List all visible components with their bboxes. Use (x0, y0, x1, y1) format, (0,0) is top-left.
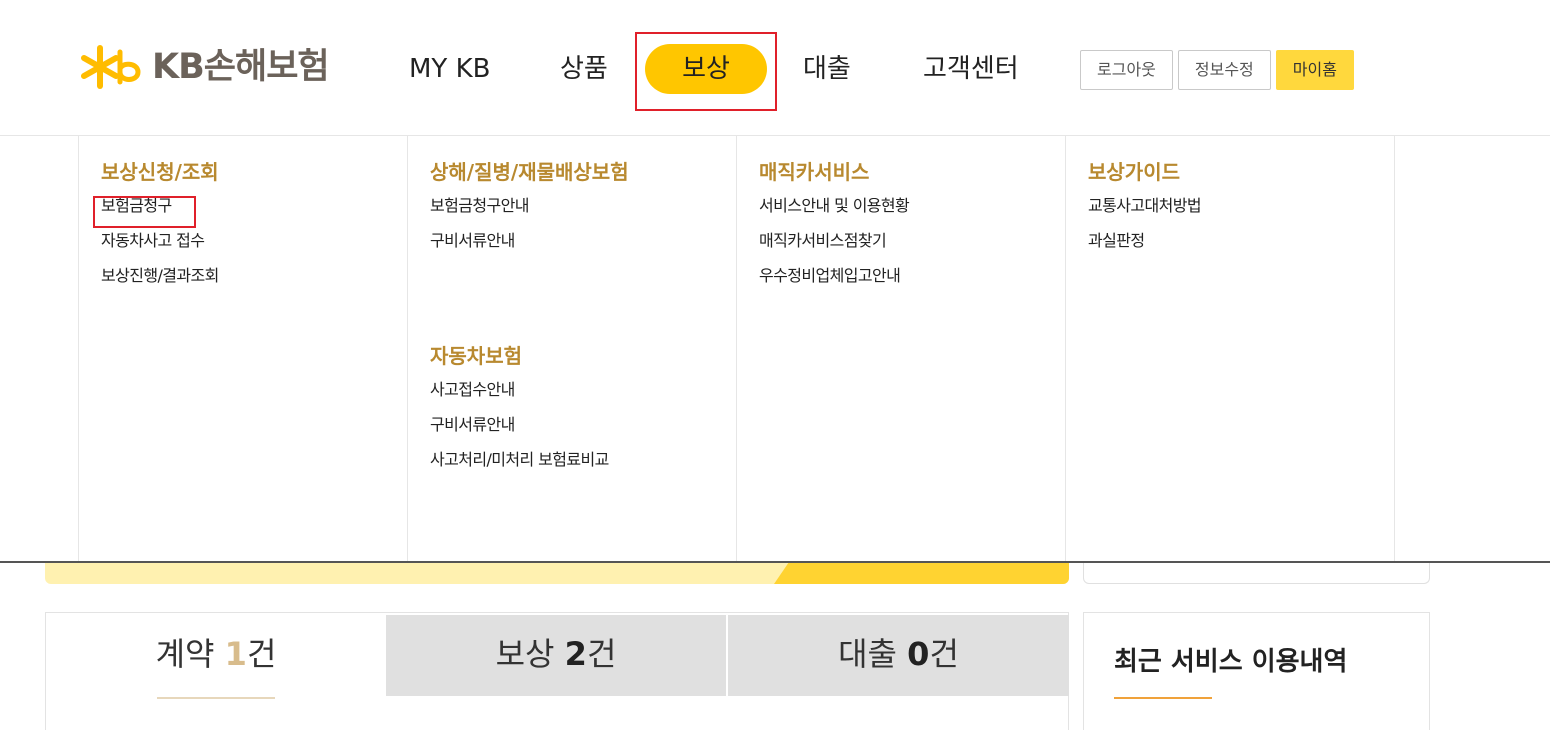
menu-section: 상해/질병/재물배상보험 보험금청구안내 구비서류안내 (430, 158, 629, 264)
tab-unit: 건 (929, 635, 959, 673)
tab-label: 대출 (838, 635, 897, 673)
section-title[interactable]: 매직카서비스 (759, 158, 909, 186)
section-title[interactable]: 보상신청/조회 (101, 158, 219, 186)
section-list: 보험금청구안내 구비서류안내 (430, 194, 629, 264)
mega-column-claims: 보상신청/조회 보험금청구 자동차사고 접수 보상진행/결과조회 (78, 136, 407, 561)
section-title[interactable]: 상해/질병/재물배상보험 (430, 158, 629, 186)
menu-item-fault-judgment[interactable]: 과실판정 (1088, 229, 1201, 264)
mega-column-magiccar: 매직카서비스 서비스안내 및 이용현황 매직카서비스점찾기 우수정비업체입고안내 (736, 136, 1065, 561)
menu-item-accident-guide[interactable]: 사고접수안내 (430, 378, 609, 413)
tab-count: 2 (564, 635, 587, 673)
nav-my-kb[interactable]: MY KB (409, 44, 490, 94)
section-title[interactable]: 자동차보험 (430, 342, 609, 370)
nav-products[interactable]: 상품 (560, 44, 608, 94)
summary-tabs: 계약 1건 보상 2건 대출 0건 (45, 612, 1069, 730)
section-list: 교통사고대처방법 과실판정 (1088, 194, 1202, 264)
mega-menu: 보상신청/조회 보험금청구 자동차사고 접수 보상진행/결과조회 상해/질병/재… (0, 136, 1550, 563)
section-title[interactable]: 보상가이드 (1088, 158, 1201, 186)
tab-loan[interactable]: 대출 0건 (728, 615, 1069, 696)
mega-column-guide: 보상가이드 교통사고대처방법 과실판정 (1065, 136, 1395, 561)
active-tab-underline (157, 697, 275, 699)
menu-item-car-accident[interactable]: 자동차사고 접수 (101, 229, 219, 264)
tab-unit: 건 (586, 635, 617, 673)
logo-text: KB손해보험 (152, 46, 330, 87)
tab-contract[interactable]: 계약 1건 (46, 615, 386, 696)
nav-loan[interactable]: 대출 (803, 44, 851, 94)
tab-label: 보상 (495, 635, 555, 673)
tab-label: 계약 (155, 635, 215, 673)
menu-item-claim[interactable]: 보험금청구 (101, 194, 219, 229)
menu-section: 보상신청/조회 보험금청구 자동차사고 접수 보상진행/결과조회 (101, 158, 219, 299)
nav-compensation[interactable]: 보상 (645, 44, 767, 94)
menu-item-claim-guide[interactable]: 보험금청구안내 (430, 194, 629, 229)
tab-count: 1 (224, 635, 247, 673)
menu-item-premium-compare[interactable]: 사고처리/미처리 보험료비교 (430, 448, 609, 483)
section-list: 서비스안내 및 이용현황 매직카서비스점찾기 우수정비업체입고안내 (759, 194, 910, 299)
util-menu: 로그아웃 정보수정 마이홈 (1080, 50, 1354, 90)
menu-section: 자동차보험 사고접수안내 구비서류안내 사고처리/미처리 보험료비교 (430, 342, 609, 483)
tab-count: 0 (907, 635, 930, 673)
tab-compensation[interactable]: 보상 2건 (386, 615, 726, 696)
nav-customer-center[interactable]: 고객센터 (923, 44, 1019, 94)
menu-item-service-info[interactable]: 서비스안내 및 이용현황 (759, 194, 910, 229)
edit-info-button[interactable]: 정보수정 (1177, 50, 1271, 90)
kb-logo[interactable]: KB손해보험 (80, 42, 330, 92)
menu-item-progress[interactable]: 보상진행/결과조회 (101, 264, 219, 299)
section-list: 보험금청구 자동차사고 접수 보상진행/결과조회 (101, 194, 219, 299)
tab-unit: 건 (246, 635, 277, 673)
mega-column-insurance: 상해/질병/재물배상보험 보험금청구안내 구비서류안내 자동차보험 사고접수안내… (407, 136, 736, 561)
menu-item-find-shop[interactable]: 매직카서비스점찾기 (759, 229, 909, 264)
recent-services-box: 최근 서비스 이용내역 (1083, 612, 1430, 730)
section-list: 사고접수안내 구비서류안내 사고처리/미처리 보험료비교 (430, 378, 609, 483)
kb-star-logo-icon (81, 45, 141, 89)
menu-item-accident-response[interactable]: 교통사고대처방법 (1088, 194, 1202, 229)
recent-services-title: 최근 서비스 이용내역 (1114, 647, 1348, 677)
my-home-button[interactable]: 마이홈 (1275, 50, 1354, 90)
recent-title-underline (1114, 697, 1212, 699)
menu-section: 매직카서비스 서비스안내 및 이용현황 매직카서비스점찾기 우수정비업체입고안내 (759, 158, 910, 299)
site-header: KB손해보험 MY KB 상품 보상 대출 고객센터 로그아웃 정보수정 마이홈 (0, 0, 1550, 136)
logout-button[interactable]: 로그아웃 (1080, 50, 1173, 90)
menu-section: 보상가이드 교통사고대처방법 과실판정 (1088, 158, 1202, 264)
menu-item-car-documents[interactable]: 구비서류안내 (430, 413, 609, 448)
menu-item-documents[interactable]: 구비서류안내 (430, 229, 629, 264)
menu-item-repair-shop[interactable]: 우수정비업체입고안내 (759, 264, 909, 299)
